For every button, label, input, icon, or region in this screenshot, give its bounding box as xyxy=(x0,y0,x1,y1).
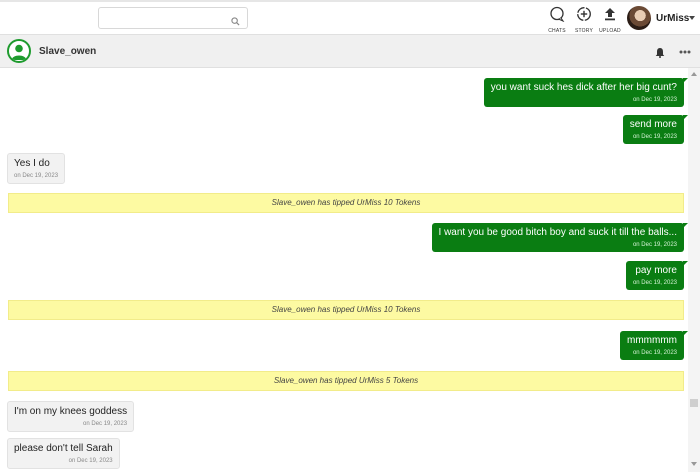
message-bubble-outgoing: send more on Dec 19, 2023 xyxy=(622,115,688,144)
message-time: on Dec 19, 2023 xyxy=(632,350,677,356)
scrollbar-thumb[interactable] xyxy=(690,399,698,407)
message-bubble-outgoing: pay more on Dec 19, 2023 xyxy=(625,261,688,290)
partner-avatar[interactable] xyxy=(7,39,31,63)
scroll-up-icon[interactable] xyxy=(691,72,697,76)
message-text: I'm on my knees goddess xyxy=(14,406,128,417)
upload-icon xyxy=(602,8,618,26)
nav-story-button[interactable]: STORY xyxy=(571,6,597,34)
top-bar: CHATS STORY UPLOAD UrMiss xyxy=(0,0,700,34)
nav-chats-button[interactable]: CHATS xyxy=(544,6,570,34)
message-bubble-incoming: please don't tell Sarah on Dec 19, 2023 xyxy=(7,438,120,469)
message-text: mmmmmm xyxy=(627,335,677,346)
tip-notification: Slave_owen has tipped UrMiss 5 Tokens xyxy=(8,371,684,391)
nav-upload-button[interactable]: UPLOAD xyxy=(597,6,623,34)
message-text: pay more xyxy=(635,265,677,276)
partner-name[interactable]: Slave_owen xyxy=(39,46,96,57)
chevron-down-icon[interactable] xyxy=(689,16,695,20)
message-text: Yes I do xyxy=(14,158,50,169)
message-time: on Dec 19, 2023 xyxy=(632,134,677,140)
message-time: on Dec 19, 2023 xyxy=(68,458,113,464)
message-bubble-outgoing: I want you be good bitch boy and suck it… xyxy=(431,223,688,252)
message-time: on Dec 19, 2023 xyxy=(632,242,677,248)
scroll-down-icon[interactable] xyxy=(691,462,697,466)
bell-icon[interactable] xyxy=(655,45,665,63)
message-bubble-outgoing: mmmmmm on Dec 19, 2023 xyxy=(620,331,688,360)
message-text: send more xyxy=(629,119,677,130)
message-bubble-outgoing: you want suck hes dick after her big cun… xyxy=(483,78,688,107)
message-time: on Dec 19, 2023 xyxy=(632,97,677,103)
search-box[interactable] xyxy=(98,7,248,29)
tip-notification: Slave_owen has tipped UrMiss 10 Tokens xyxy=(8,193,684,213)
tip-notification: Slave_owen has tipped UrMiss 10 Tokens xyxy=(8,300,684,320)
message-text: you want suck hes dick after her big cun… xyxy=(490,82,677,93)
user-name[interactable]: UrMiss xyxy=(656,13,689,24)
search-icon[interactable] xyxy=(231,13,240,31)
message-text: please don't tell Sarah xyxy=(14,443,113,454)
message-list: you want suck hes dick after her big cun… xyxy=(0,68,688,472)
message-time: on Dec 19, 2023 xyxy=(83,421,128,427)
message-scrollbar[interactable] xyxy=(688,68,700,472)
message-time: on Dec 19, 2023 xyxy=(14,173,59,179)
more-options-icon[interactable] xyxy=(679,50,691,54)
chat-bubble-icon xyxy=(549,6,565,26)
user-avatar[interactable] xyxy=(627,6,651,30)
search-input[interactable] xyxy=(103,9,227,29)
message-time: on Dec 19, 2023 xyxy=(632,280,677,286)
message-bubble-incoming: Yes I do on Dec 19, 2023 xyxy=(7,153,66,184)
message-text: I want you be good bitch boy and suck it… xyxy=(438,227,677,238)
conversation-header: Slave_owen xyxy=(0,34,700,68)
message-bubble-incoming: I'm on my knees goddess on Dec 19, 2023 xyxy=(7,401,135,432)
add-story-icon xyxy=(576,7,592,26)
